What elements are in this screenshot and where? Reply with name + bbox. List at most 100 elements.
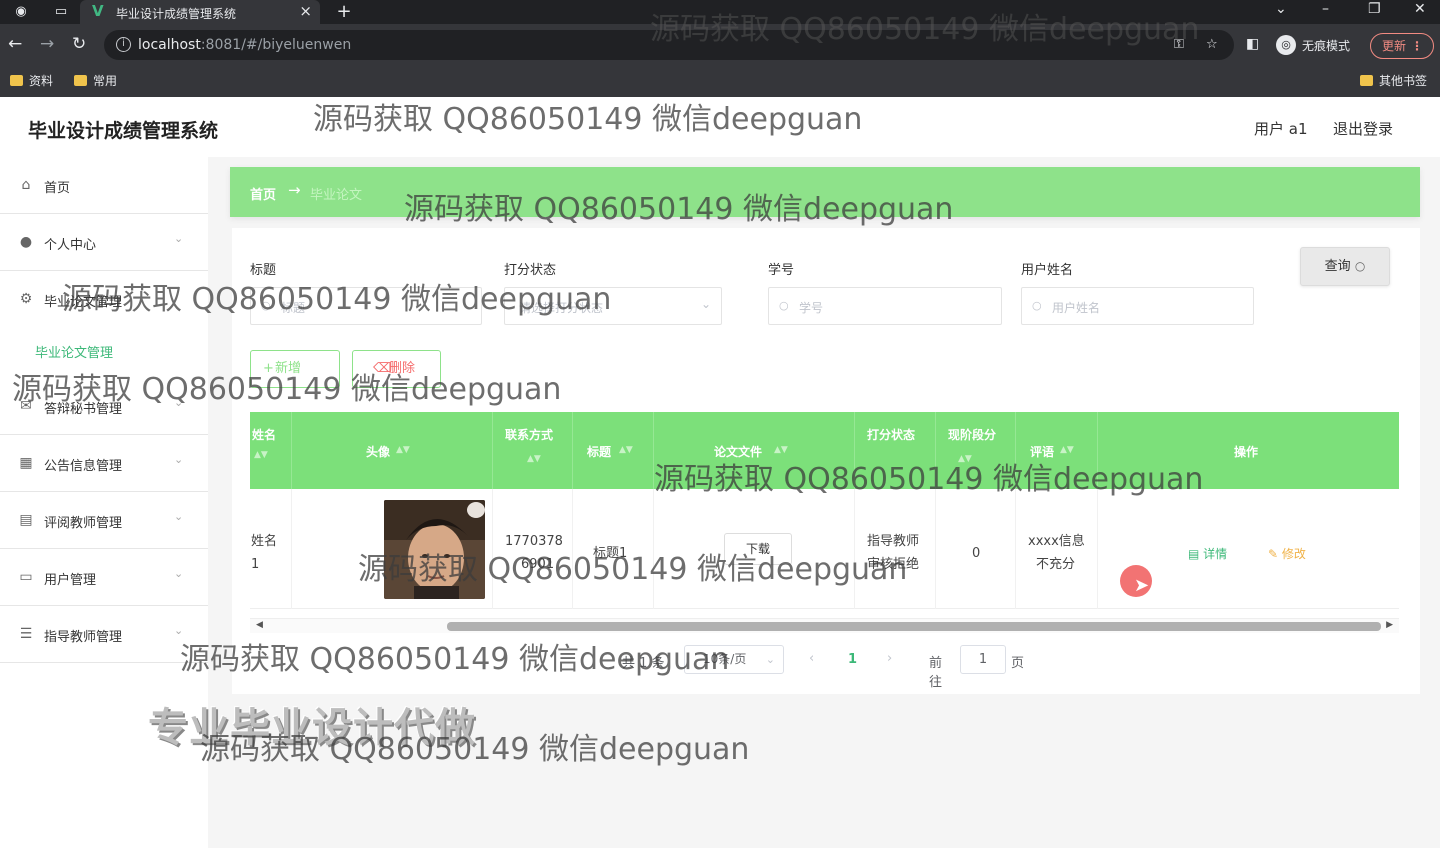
back-icon[interactable]: ← bbox=[8, 34, 22, 54]
chevron-down-icon: ⌄ bbox=[174, 396, 184, 409]
add-button[interactable]: + 新增 bbox=[250, 350, 340, 388]
cell-text: 标题1 bbox=[593, 546, 628, 561]
table-row: 姓名 1 1770378 6901 标题1 下载 指导教师 审核拒绝 0 xxx… bbox=[250, 489, 1399, 609]
cell-text: 1770378 bbox=[505, 534, 563, 549]
forward-icon[interactable]: → bbox=[40, 34, 54, 54]
scrollbar-thumb[interactable] bbox=[447, 622, 1381, 631]
maximize-icon[interactable]: ❐ bbox=[1368, 1, 1381, 17]
tab-list-chevron-icon[interactable]: ⌄ bbox=[1275, 1, 1287, 17]
bookmark-folder-changyong[interactable]: 常用 bbox=[74, 72, 117, 89]
cell-thesis-file: 下载 bbox=[654, 489, 855, 609]
sidebar-item-announcements[interactable]: ▦ 公告信息管理 ⌄ bbox=[0, 435, 208, 492]
sidebar-subitem-thesis-management[interactable]: 毕业论文管理 bbox=[35, 342, 113, 361]
delete-button[interactable]: ⌫ 删除 bbox=[352, 350, 441, 388]
delete-label: 删除 bbox=[389, 361, 416, 376]
tab-close-icon[interactable]: × bbox=[299, 2, 312, 20]
sort-icon[interactable]: ▲▼ bbox=[396, 445, 410, 455]
reload-icon[interactable]: ↻ bbox=[72, 34, 86, 54]
cell-contact: 1770378 6901 bbox=[493, 489, 573, 609]
sort-icon[interactable]: ▲▼ bbox=[958, 454, 972, 464]
status-select[interactable]: 请选择打分状态 ⌄ bbox=[504, 287, 722, 325]
username-label: 用户姓名 bbox=[1021, 263, 1074, 278]
search-icon: ○ bbox=[779, 299, 789, 312]
incognito-icon: ◎ bbox=[1276, 35, 1296, 55]
column-header-avatar[interactable]: 头像 ▲▼ bbox=[292, 412, 493, 489]
column-header-status[interactable]: 打分状态 bbox=[855, 412, 936, 489]
placeholder: 用户姓名 bbox=[1052, 301, 1101, 315]
query-button[interactable]: 查询 ○ bbox=[1300, 247, 1390, 286]
detail-button[interactable]: ▤ 详情 bbox=[1188, 545, 1227, 562]
scroll-right-icon[interactable]: ▶ bbox=[1386, 620, 1393, 630]
table-icon: ▤ bbox=[19, 512, 33, 528]
breadcrumb-arrow-icon: → bbox=[288, 181, 301, 199]
download-button[interactable]: 下载 bbox=[724, 533, 792, 565]
sidebar-item-home[interactable]: ⌂ 首页 bbox=[0, 157, 208, 214]
sort-icon[interactable]: ▲▼ bbox=[1060, 445, 1074, 455]
other-bookmarks[interactable]: 其他书签 bbox=[1360, 72, 1427, 89]
title-search-input[interactable]: ○ 标题 bbox=[250, 287, 482, 325]
student-id-input[interactable]: ○ 学号 bbox=[768, 287, 1002, 325]
logout-link[interactable]: 退出登录 bbox=[1333, 118, 1393, 139]
prev-page-icon[interactable]: ‹ bbox=[809, 651, 814, 666]
page-size-select[interactable]: 10条/页 ⌄ bbox=[684, 645, 784, 674]
column-header-contact[interactable]: 联系方式 ▲▼ bbox=[493, 412, 573, 489]
update-label: 更新 bbox=[1382, 39, 1407, 53]
cell-score: 0 bbox=[936, 489, 1016, 609]
new-tab-icon[interactable]: + bbox=[335, 3, 353, 21]
profile-icon[interactable]: ◉ bbox=[12, 3, 30, 21]
search-icon: ○ bbox=[261, 299, 271, 312]
update-button[interactable]: 更新 ⋮ bbox=[1370, 33, 1434, 59]
header-label: 现阶段分 bbox=[948, 428, 997, 442]
column-header-score[interactable]: 现阶段分 ▲▼ bbox=[936, 412, 1016, 489]
placeholder: 标题 bbox=[281, 301, 306, 315]
sort-icon[interactable]: ▲▼ bbox=[527, 454, 541, 464]
edit-button[interactable]: ✎ 修改 bbox=[1268, 545, 1306, 562]
tab-search-icon[interactable]: ▭ bbox=[52, 3, 70, 21]
sort-icon[interactable]: ▲▼ bbox=[774, 445, 788, 455]
column-header-operations: 操作 bbox=[1098, 412, 1399, 489]
site-info-icon[interactable]: i bbox=[116, 37, 131, 52]
folder-icon bbox=[1360, 75, 1373, 86]
header-label: 联系方式 bbox=[505, 428, 554, 442]
sidebar-item-users[interactable]: ▭ 用户管理 ⌄ bbox=[0, 549, 208, 606]
incognito-indicator[interactable]: ◎ 无痕模式 bbox=[1276, 33, 1350, 57]
browser-tab[interactable]: V 毕业设计成绩管理系统 × bbox=[80, 0, 320, 24]
column-header-title[interactable]: 标题 ▲▼ bbox=[573, 412, 654, 489]
next-page-icon[interactable]: › bbox=[887, 651, 892, 666]
sidebar-item-advisor[interactable]: ☰ 指导教师管理 ⌄ bbox=[0, 606, 208, 663]
bookmark-label: 常用 bbox=[93, 74, 118, 88]
sidebar-item-defense-secretary[interactable]: ✉ 答辩秘书管理 ⌄ bbox=[0, 378, 208, 435]
address-bar[interactable]: i localhost:8081/#/biyeluenwen ⚿ ☆ bbox=[104, 30, 1234, 60]
chevron-down-icon: ⌄ bbox=[174, 453, 184, 466]
window-close-icon[interactable]: ✕ bbox=[1414, 1, 1426, 17]
sidebar-item-personal-center[interactable]: ● 个人中心 ⌄ bbox=[0, 214, 208, 271]
minimize-icon[interactable]: – bbox=[1322, 1, 1329, 17]
mouse-pointer-icon: ➤ bbox=[1134, 575, 1150, 596]
cell-text: 指导教师 bbox=[867, 534, 920, 549]
cell-text: 1 bbox=[251, 557, 260, 572]
table-horizontal-scrollbar[interactable]: ◀ ▶ bbox=[250, 618, 1399, 633]
sort-icon[interactable]: ▲▼ bbox=[254, 450, 268, 460]
chevron-down-icon: ⌄ bbox=[174, 624, 184, 637]
bookmark-star-icon[interactable]: ☆ bbox=[1206, 37, 1218, 52]
header-label: 标题 bbox=[587, 445, 612, 459]
username-input[interactable]: ○ 用户姓名 bbox=[1021, 287, 1254, 325]
grid-icon: ▦ bbox=[19, 455, 33, 471]
sidebar-item-reviewer[interactable]: ▤ 评阅教师管理 ⌄ bbox=[0, 492, 208, 549]
sidebar-item-thesis[interactable]: ⚙ 毕业论文管理 bbox=[0, 271, 208, 328]
key-icon[interactable]: ⚿ bbox=[1174, 37, 1184, 52]
page-jump-input[interactable]: 1 bbox=[960, 645, 1006, 674]
scroll-left-icon[interactable]: ◀ bbox=[256, 620, 263, 630]
column-header-comment[interactable]: 评语 ▲▼ bbox=[1016, 412, 1098, 489]
bookmark-folder-ziliao[interactable]: 资料 bbox=[10, 72, 53, 89]
breadcrumb-home[interactable]: 首页 bbox=[250, 184, 276, 203]
column-header-name[interactable]: 姓名 ▲▼ bbox=[250, 412, 292, 489]
page-number[interactable]: 1 bbox=[848, 652, 857, 667]
side-panel-icon[interactable]: ◧ bbox=[1246, 36, 1259, 52]
sort-icon[interactable]: ▲▼ bbox=[619, 445, 633, 455]
column-header-thesis-file[interactable]: 论文文件 ▲▼ bbox=[654, 412, 855, 489]
browser-tab-strip: ◉ ▭ V 毕业设计成绩管理系统 × + ⌄ – ❐ ✕ bbox=[0, 0, 1440, 24]
home-icon: ⌂ bbox=[21, 177, 31, 193]
url-text: localhost:8081/#/biyeluenwen bbox=[138, 37, 352, 53]
tab-title: 毕业设计成绩管理系统 bbox=[116, 7, 237, 21]
